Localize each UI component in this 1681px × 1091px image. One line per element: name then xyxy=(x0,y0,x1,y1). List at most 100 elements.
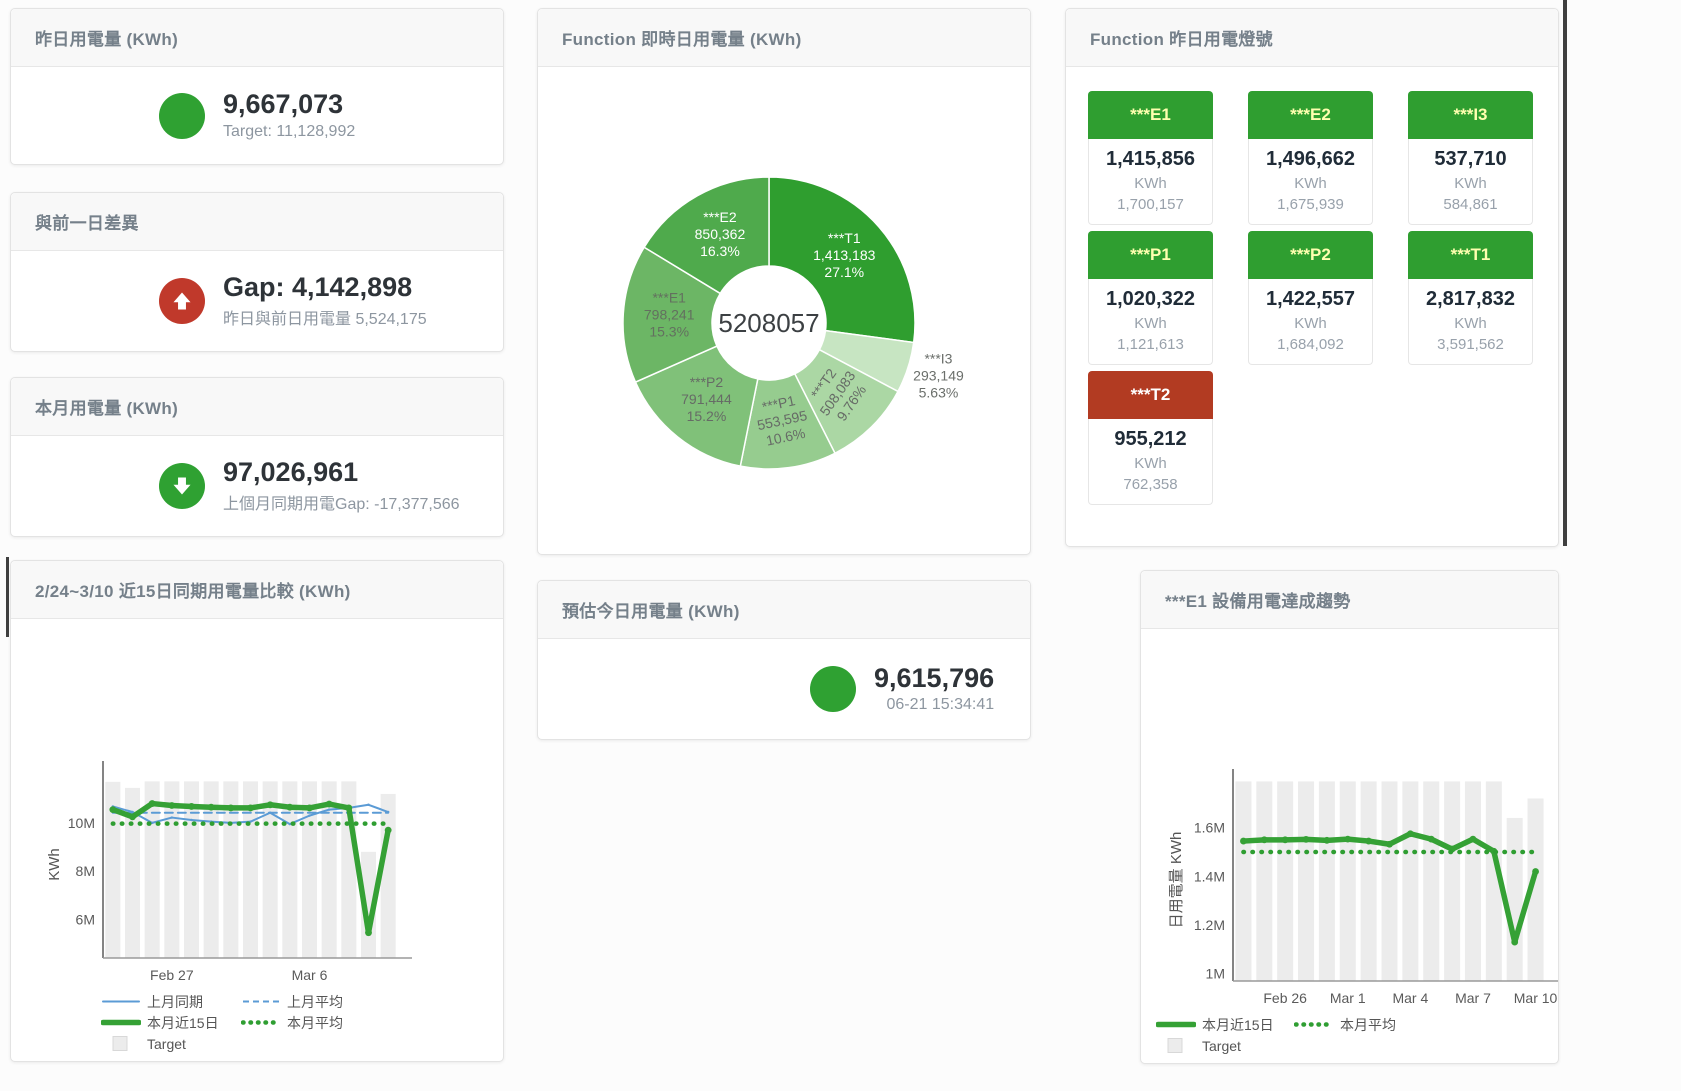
tile-target-value: 762,358 xyxy=(1089,476,1212,493)
tile-value: 1,415,856 xyxy=(1089,148,1212,171)
tile-value: 1,422,557 xyxy=(1249,288,1372,311)
svg-text:Feb 26: Feb 26 xyxy=(1263,990,1307,1006)
stat-subtext: 上個月同期用電Gap: -17,377,566 xyxy=(223,490,460,514)
tile-target-value: 1,684,092 xyxy=(1249,336,1372,353)
comparison-chart-canvas[interactable]: 6M8M10MFeb 27Mar 6KWh xyxy=(11,619,503,991)
card-title: 本月用電量 (KWh) xyxy=(11,378,503,436)
light-tile[interactable]: ***I3 537,710 KWh 584,861 xyxy=(1408,91,1533,225)
legend-item[interactable]: 上月同期 xyxy=(101,992,241,1012)
card-title: Function 昨日用電燈號 xyxy=(1066,9,1558,67)
svg-text:Mar 7: Mar 7 xyxy=(1455,990,1491,1006)
light-tile[interactable]: ***E11,415,856KWh1,700,157 xyxy=(1088,91,1213,225)
svg-text:6M: 6M xyxy=(76,911,95,927)
legend-line-marker xyxy=(1294,1017,1334,1032)
legend-item[interactable]: Target xyxy=(101,1036,241,1052)
legend-line-marker xyxy=(101,1015,141,1030)
legend-item[interactable]: 本月平均 xyxy=(241,1013,381,1033)
tile-label: ***P1 xyxy=(1088,231,1213,279)
svg-text:1.6M: 1.6M xyxy=(1194,820,1225,836)
legend-item[interactable]: Target xyxy=(1156,1038,1294,1054)
tile-label: ***I3 xyxy=(1408,91,1533,139)
tile-target-value: 1,121,613 xyxy=(1089,336,1212,353)
legend-label: 上月平均 xyxy=(287,992,343,1012)
legend-label: 本月平均 xyxy=(1340,1015,1396,1035)
card-title: 2/24~3/10 近15日同期用電量比較 (KWh) xyxy=(11,561,503,619)
card-title: Function 即時日用電量 (KWh) xyxy=(538,9,1030,67)
status-circle-icon xyxy=(810,666,856,712)
up-arrow-icon xyxy=(159,278,205,324)
svg-text:Mar 1: Mar 1 xyxy=(1330,990,1366,1006)
legend-label: 上月同期 xyxy=(147,992,203,1012)
tile-value: 955,212 xyxy=(1089,428,1212,451)
svg-text:5208057: 5208057 xyxy=(718,308,819,338)
tile-unit: KWh xyxy=(1089,455,1212,472)
tile-unit: KWh xyxy=(1249,175,1372,192)
legend-item[interactable]: 上月平均 xyxy=(241,992,381,1012)
legend-label: 本月近15日 xyxy=(1202,1015,1274,1035)
tile-unit: KWh xyxy=(1089,315,1212,332)
light-tile[interactable]: ***T2 955,212 KWh 762,358 xyxy=(1088,371,1213,505)
scrollbar-thumb[interactable] xyxy=(1563,0,1567,546)
scrollbar-thumb[interactable] xyxy=(6,557,9,637)
legend-line-marker xyxy=(101,994,141,1009)
card-estimated-today: 預估今日用電量 (KWh) 9,615,796 06-21 15:34:41 xyxy=(537,580,1031,740)
svg-text:1M: 1M xyxy=(1206,966,1225,982)
tile-value: 2,817,832 xyxy=(1409,288,1532,311)
legend-item[interactable]: 本月平均 xyxy=(1294,1015,1432,1035)
legend-bar-marker xyxy=(101,1036,141,1051)
light-tile[interactable]: ***P1 1,020,322 KWh 1,121,613 xyxy=(1088,231,1213,365)
light-tile[interactable]: ***P21,422,557KWh1,684,092 xyxy=(1248,231,1373,365)
status-circle-icon xyxy=(159,93,205,139)
tile-value: 537,710 xyxy=(1409,148,1532,171)
tile-unit: KWh xyxy=(1249,315,1372,332)
legend-label: 本月平均 xyxy=(287,1013,343,1033)
legend-line-marker xyxy=(241,994,281,1009)
stat-subtext: 06-21 15:34:41 xyxy=(874,696,994,714)
tile-value: 1,496,662 xyxy=(1249,148,1372,171)
card-title: 預估今日用電量 (KWh) xyxy=(538,581,1030,639)
down-arrow-icon xyxy=(159,463,205,509)
svg-text:***I3293,1495.63%: ***I3293,1495.63% xyxy=(913,350,964,400)
tile-target-value: 3,591,562 xyxy=(1409,336,1532,353)
tile-target-value: 584,861 xyxy=(1409,196,1532,213)
card-yesterday-status-lights: Function 昨日用電燈號 ***E11,415,856KWh1,700,1… xyxy=(1065,8,1559,547)
trend-chart-legend: 本月近15日 本月平均 Target xyxy=(1141,1014,1558,1056)
donut-chart-canvas[interactable]: ***T11,413,18327.1%***I3293,1495.63%***T… xyxy=(538,67,1030,554)
tile-unit: KWh xyxy=(1089,175,1212,192)
svg-text:1.2M: 1.2M xyxy=(1194,917,1225,933)
legend-item[interactable]: 本月近15日 xyxy=(1156,1015,1294,1035)
tile-label: ***E2 xyxy=(1248,91,1373,139)
card-realtime-donut: Function 即時日用電量 (KWh) ***T11,413,18327.1… xyxy=(537,8,1031,555)
legend-line-marker xyxy=(1156,1017,1196,1032)
card-title: ***E1 設備用電達成趨勢 xyxy=(1141,571,1558,629)
card-month-usage: 本月用電量 (KWh) 97,026,961 上個月同期用電Gap: -17,3… xyxy=(10,377,504,537)
stat-value: 97,026,961 xyxy=(223,458,460,488)
tile-unit: KWh xyxy=(1409,315,1532,332)
trend-chart-canvas[interactable]: 1M1.2M1.4M1.6MFeb 26Mar 1Mar 4Mar 7Mar 1… xyxy=(1141,629,1558,1014)
legend-bar-marker xyxy=(1156,1038,1196,1053)
stat-value: 9,667,073 xyxy=(223,90,355,120)
legend-item[interactable]: 本月近15日 xyxy=(101,1013,241,1033)
stat-value: Gap: 4,142,898 xyxy=(223,273,427,303)
card-gap-previous-day: 與前一日差異 Gap: 4,142,898 昨日與前日用電量 5,524,175 xyxy=(10,192,504,352)
stat-subtext: Target: 11,128,992 xyxy=(223,123,355,141)
tile-value: 1,020,322 xyxy=(1089,288,1212,311)
svg-text:Mar 4: Mar 4 xyxy=(1392,990,1428,1006)
light-tile[interactable]: ***E2 1,496,662 KWh 1,675,939 xyxy=(1248,91,1373,225)
stat-subtext: 昨日與前日用電量 5,524,175 xyxy=(223,305,427,329)
tile-unit: KWh xyxy=(1409,175,1532,192)
tile-label: ***T2 xyxy=(1088,371,1213,419)
svg-text:8M: 8M xyxy=(76,863,95,879)
light-tile[interactable]: ***T1 2,817,832 KWh 3,591,562 xyxy=(1408,231,1533,365)
tile-target-value: 1,700,157 xyxy=(1089,196,1212,213)
legend-line-marker xyxy=(241,1015,281,1030)
card-title: 與前一日差異 xyxy=(11,193,503,251)
card-yesterday-usage: 昨日用電量 (KWh) 9,667,073 Target: 11,128,992 xyxy=(10,8,504,165)
svg-text:Mar 6: Mar 6 xyxy=(292,967,328,983)
tile-target-value: 1,675,939 xyxy=(1249,196,1372,213)
tile-label: ***T1 xyxy=(1408,231,1533,279)
legend-label: Target xyxy=(147,1036,186,1052)
svg-text:KWh: KWh xyxy=(46,848,63,881)
legend-label: 本月近15日 xyxy=(147,1013,219,1033)
svg-text:Feb 27: Feb 27 xyxy=(150,967,194,983)
